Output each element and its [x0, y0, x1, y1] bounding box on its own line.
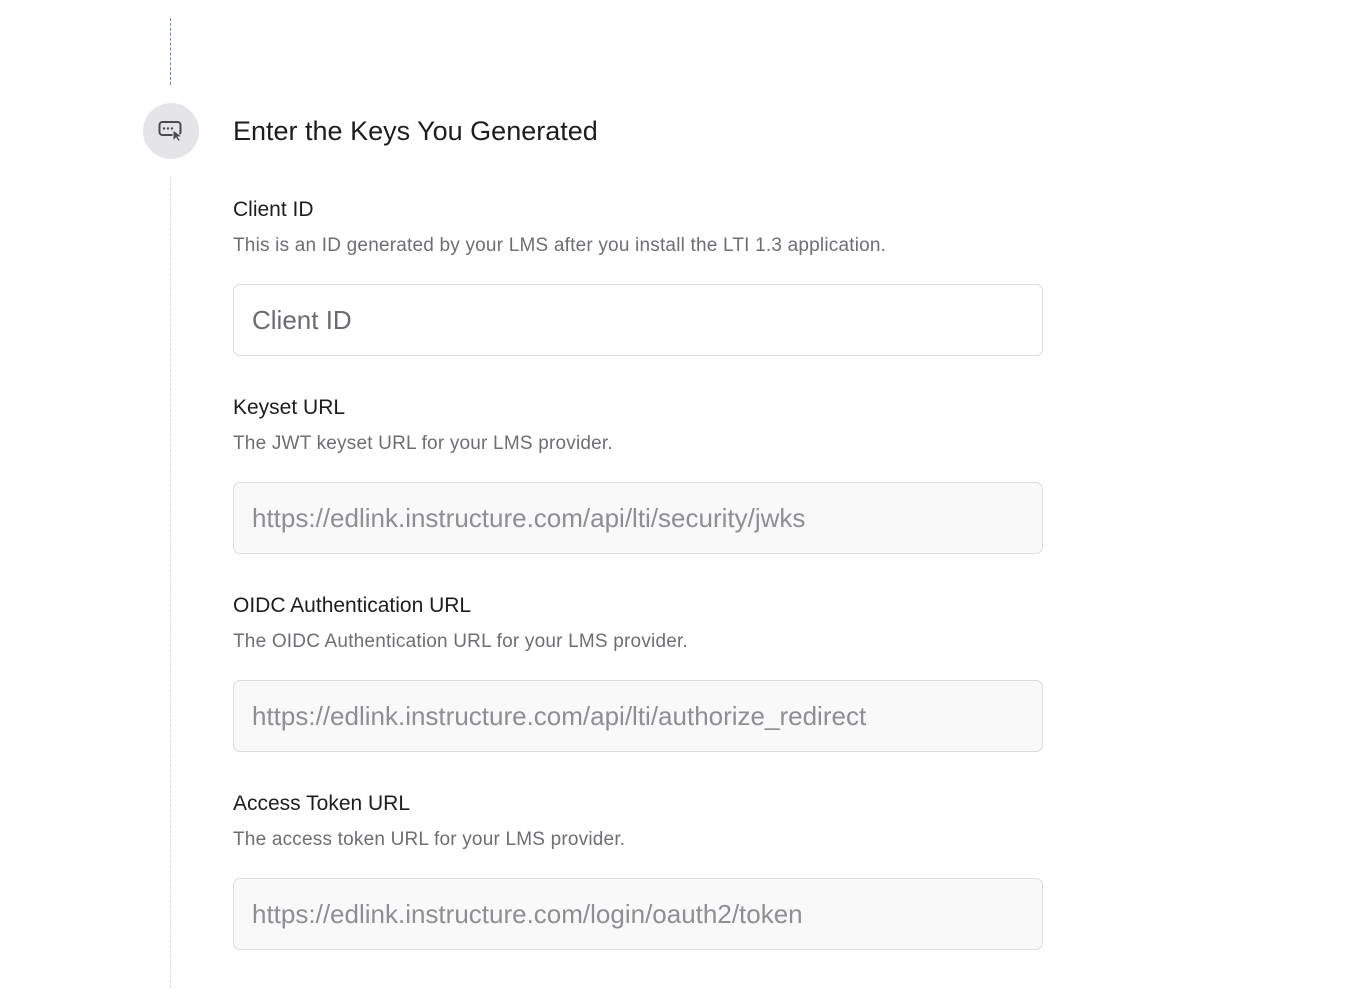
client-id-description: This is an ID generated by your LMS afte…: [233, 235, 887, 256]
access-token-url-input[interactable]: [233, 878, 1043, 950]
step-badge: [143, 103, 199, 159]
client-id-field: Client ID This is an ID generated by you…: [233, 197, 1043, 356]
oidc-auth-url-description: The OIDC Authentication URL for your LMS…: [233, 631, 688, 652]
oidc-auth-url-label: OIDC Authentication URL: [233, 594, 472, 617]
access-token-url-field: Access Token URL The access token URL fo…: [233, 791, 1043, 950]
keyset-url-label: Keyset URL: [233, 396, 346, 419]
lti-setup-page: Enter the Keys You Generated Client ID T…: [0, 0, 1366, 988]
section-title: Enter the Keys You Generated: [233, 116, 598, 146]
timeline-connector-top: [170, 18, 171, 85]
access-token-url-label: Access Token URL: [233, 792, 411, 815]
access-token-url-description: The access token URL for your LMS provid…: [233, 829, 626, 850]
client-id-label: Client ID: [233, 198, 314, 221]
keyset-url-description: The JWT keyset URL for your LMS provider…: [233, 433, 613, 454]
oidc-auth-url-input[interactable]: [233, 680, 1043, 752]
client-id-input[interactable]: [233, 284, 1043, 356]
timeline-connector-bottom: [170, 178, 171, 988]
oidc-auth-url-field: OIDC Authentication URL The OIDC Authent…: [233, 593, 1043, 752]
keyboard-cursor-icon: [158, 120, 184, 142]
keyset-url-field: Keyset URL The JWT keyset URL for your L…: [233, 395, 1043, 554]
keyset-url-input[interactable]: [233, 482, 1043, 554]
